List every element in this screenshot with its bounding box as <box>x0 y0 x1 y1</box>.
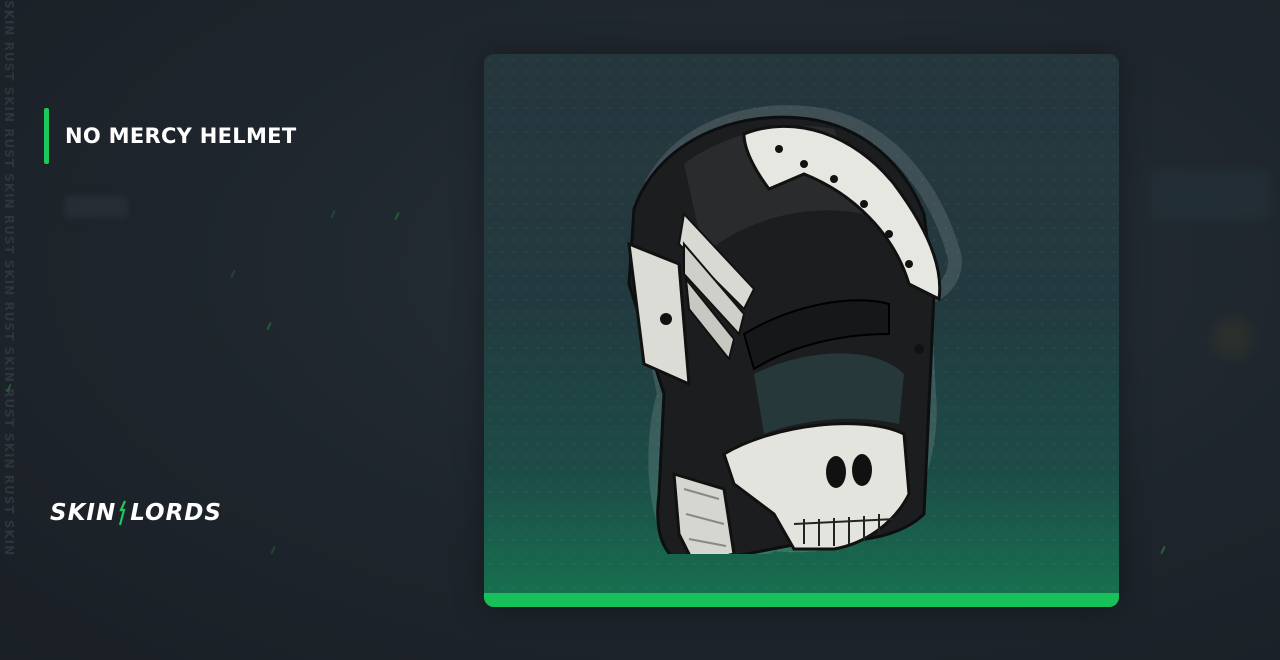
item-title: NO MERCY HELMET <box>65 124 297 148</box>
blurred-orb <box>1212 318 1252 358</box>
no-mercy-helmet-icon <box>627 105 962 554</box>
decorative-speck <box>266 321 272 331</box>
decorative-speck <box>394 211 400 221</box>
logo-text-skin: SKIN <box>50 500 117 526</box>
logo-mark-icon <box>119 500 127 526</box>
decorative-speck <box>270 545 276 555</box>
side-watermark: SKIN RUST SKIN RUST SKIN RUST SKIN RUST … <box>0 0 18 660</box>
decorative-speck <box>230 269 236 279</box>
decorative-speck <box>330 209 336 219</box>
item-card <box>484 54 1119 607</box>
decorative-speck <box>1160 545 1166 555</box>
blurred-chip <box>64 196 128 218</box>
blurred-element <box>1150 170 1270 220</box>
watermark-text: SKIN RUST SKIN RUST SKIN RUST SKIN RUST … <box>2 0 16 557</box>
title-accent-bar <box>44 108 49 164</box>
logo-text-lords: LORDS <box>130 500 222 526</box>
item-title-block: NO MERCY HELMET <box>44 108 296 164</box>
brand-logo: SKIN LORDS <box>50 500 222 526</box>
rarity-bar <box>484 593 1119 607</box>
